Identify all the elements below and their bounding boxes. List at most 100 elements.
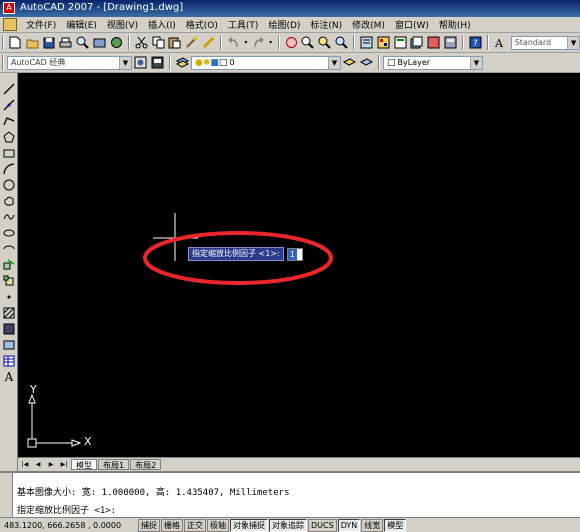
point-icon[interactable] [2, 290, 16, 304]
make-block-icon[interactable] [2, 274, 16, 288]
copy-icon[interactable] [151, 35, 166, 50]
insert-block-icon[interactable] [2, 258, 16, 272]
snap-toggle[interactable]: 捕捉 [138, 518, 160, 532]
next-tab-icon[interactable]: ▶ [45, 459, 57, 470]
table-icon[interactable] [2, 354, 16, 368]
pan-realtime-icon[interactable] [284, 35, 299, 50]
layer-properties-icon[interactable] [175, 55, 190, 70]
redo-icon[interactable] [251, 35, 266, 50]
help-icon[interactable]: ? [468, 35, 483, 50]
lineweight-toggle[interactable]: 线宽 [361, 518, 384, 532]
color-select[interactable]: □ ByLayer ▼ [383, 55, 483, 70]
model-toggle[interactable]: 模型 [384, 518, 407, 532]
polar-toggle[interactable]: 极轴 [207, 518, 229, 532]
line-icon[interactable] [2, 82, 16, 96]
polygon-icon[interactable] [2, 130, 16, 144]
save-icon[interactable] [42, 35, 57, 50]
prev-tab-icon[interactable]: ◀ [32, 459, 44, 470]
redo-dropdown-icon[interactable]: ▾ [268, 35, 274, 50]
undo-icon[interactable] [226, 35, 241, 50]
menu-window[interactable]: 窗口(W) [390, 18, 434, 31]
multiline-text-icon[interactable]: A [2, 370, 16, 384]
menu-edit[interactable]: 编辑(E) [61, 18, 102, 31]
chevron-down-icon[interactable]: ▼ [119, 56, 131, 69]
otrack-toggle[interactable]: 对象追踪 [269, 518, 307, 532]
command-window-grip[interactable] [0, 473, 13, 517]
quickcalc-icon[interactable] [443, 35, 458, 50]
zoom-window-icon[interactable] [317, 35, 332, 50]
workspace-select[interactable]: AutoCAD 经典 ▼ [7, 55, 132, 70]
circle-icon[interactable] [2, 178, 16, 192]
chevron-down-icon[interactable]: ▼ [328, 56, 340, 69]
publish-icon[interactable] [92, 35, 107, 50]
spline-icon[interactable] [2, 210, 16, 224]
toolbar-grip[interactable] [2, 55, 4, 70]
block-editor-icon[interactable] [201, 35, 216, 50]
chevron-down-icon[interactable]: ▼ [567, 36, 580, 49]
print-icon[interactable] [59, 35, 74, 50]
make-object-layer-current-icon[interactable] [342, 55, 357, 70]
menu-modify[interactable]: 修改(M) [347, 18, 390, 31]
zoom-previous-icon[interactable] [334, 35, 349, 50]
arc-icon[interactable] [2, 162, 16, 176]
first-tab-icon[interactable]: |◀ [19, 459, 31, 470]
gradient-icon[interactable] [2, 322, 16, 336]
markup-set-icon[interactable] [426, 35, 441, 50]
menu-draw[interactable]: 绘图(D) [263, 18, 305, 31]
tab-layout2[interactable]: 布局2 [130, 459, 162, 470]
document-icon[interactable] [3, 18, 17, 31]
dynamic-input-field[interactable]: 1 [286, 247, 303, 261]
separator [169, 55, 171, 70]
menu-insert[interactable]: 插入(I) [143, 18, 181, 31]
menu-help[interactable]: 帮助(H) [434, 18, 476, 31]
open-folder-icon[interactable] [25, 35, 40, 50]
coordinate-readout[interactable]: 483.1200, 666.2658 , 0.0000 [0, 521, 138, 530]
hatch-icon[interactable] [2, 306, 16, 320]
plot-preview-icon[interactable] [75, 35, 90, 50]
save-workspace-icon[interactable] [150, 55, 165, 70]
text-style-icon[interactable]: A [493, 35, 508, 50]
sheet-set-manager-icon[interactable] [410, 35, 425, 50]
layer-select[interactable]: ● ✱ ■ □ 0 ▼ [191, 55, 341, 70]
rectangle-icon[interactable] [2, 146, 16, 160]
match-properties-icon[interactable] [184, 35, 199, 50]
menu-view[interactable]: 视图(V) [102, 18, 143, 31]
region-icon[interactable] [2, 338, 16, 352]
properties-icon[interactable] [359, 35, 374, 50]
last-tab-icon[interactable]: ▶| [58, 459, 70, 470]
design-center-icon[interactable] [376, 35, 391, 50]
undo-dropdown-icon[interactable]: ▾ [243, 35, 249, 50]
command-prompt-line[interactable]: 指定缩放比例因子 <1>: [17, 503, 116, 516]
layer-previous-icon[interactable] [359, 55, 374, 70]
ortho-toggle[interactable]: 正交 [184, 518, 206, 532]
drawing-area[interactable]: Y X 指定缩放比例因子 <1>: 1 [18, 73, 580, 457]
toolbar-grip[interactable] [2, 35, 4, 50]
text-style-select[interactable]: Standard ▼ [510, 35, 580, 50]
separator [378, 55, 380, 70]
command-history-line: 基本图像大小: 宽: 1.000000, 高: 1.435407, Millim… [17, 488, 290, 498]
zoom-realtime-icon[interactable] [300, 35, 315, 50]
revision-cloud-icon[interactable] [2, 194, 16, 208]
menu-dimension[interactable]: 标注(N) [305, 18, 347, 31]
menu-file[interactable]: 文件(F) [21, 18, 61, 31]
tool-palettes-icon[interactable] [393, 35, 408, 50]
grid-toggle[interactable]: 栅格 [161, 518, 183, 532]
paste-icon[interactable] [168, 35, 183, 50]
ducs-toggle[interactable]: DUCS [308, 518, 337, 532]
cut-icon[interactable] [134, 35, 149, 50]
chevron-down-icon[interactable]: ▼ [470, 56, 482, 69]
command-window[interactable]: 基本图像大小: 宽: 1.000000, 高: 1.435407, Millim… [0, 471, 580, 517]
menu-format[interactable]: 格式(O) [181, 18, 223, 31]
new-file-icon[interactable] [8, 35, 23, 50]
dyn-toggle[interactable]: DYN [337, 518, 361, 532]
menu-tools[interactable]: 工具(T) [223, 18, 264, 31]
tab-layout1[interactable]: 布局1 [98, 459, 130, 470]
ellipse-icon[interactable] [2, 226, 16, 240]
ellipse-arc-icon[interactable] [2, 242, 16, 256]
tab-model[interactable]: 模型 [71, 459, 97, 470]
construction-line-icon[interactable] [2, 98, 16, 112]
publish-web-icon[interactable] [109, 35, 124, 50]
osnap-toggle[interactable]: 对象捕捉 [230, 518, 268, 532]
polyline-icon[interactable] [2, 114, 16, 128]
workspace-settings-icon[interactable] [133, 55, 148, 70]
